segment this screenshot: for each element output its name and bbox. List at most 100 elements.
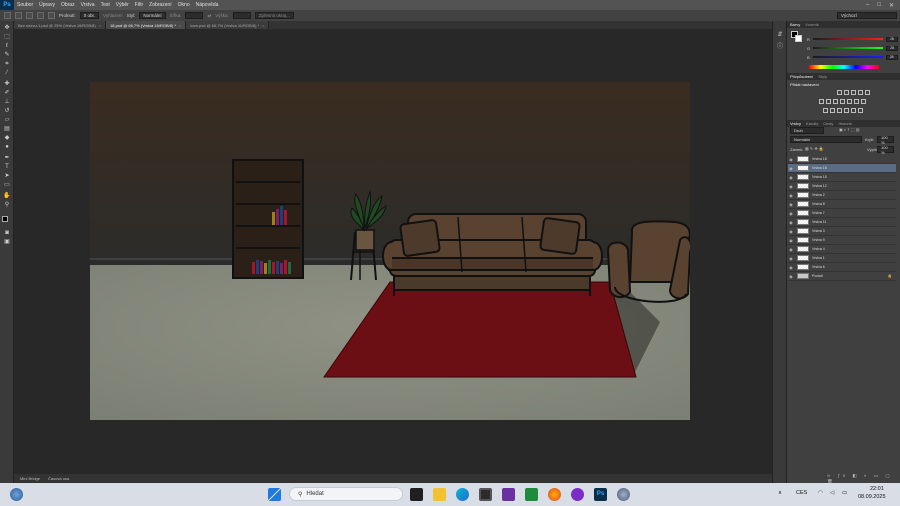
dodge-tool-icon[interactable]: ● [3, 144, 11, 151]
volume-icon[interactable]: ◁ [830, 490, 834, 496]
menu-image[interactable]: Obraz [58, 2, 78, 8]
firefox-icon[interactable] [548, 488, 561, 501]
info-panel-icon[interactable]: ⓘ [776, 41, 784, 50]
menu-edit[interactable]: Úpravy [36, 2, 58, 8]
layer-row[interactable]: ◉ Vrstva 12 [788, 182, 896, 191]
document-tab[interactable]: kam.psd @ 66,7% (Vrstva 11/RGB/8) * × [186, 21, 270, 29]
visibility-eye-icon[interactable]: ◉ [788, 166, 794, 171]
blend-mode-select[interactable]: Normální [790, 136, 862, 143]
red-value[interactable]: 28 [885, 36, 898, 42]
close-tab-icon[interactable]: × [262, 23, 264, 28]
layer-row[interactable]: ◉ Vrstva 9 [788, 236, 896, 245]
shadows-highlights-icon[interactable] [851, 108, 856, 113]
channel-mixer-icon[interactable] [847, 99, 852, 104]
layer-row[interactable]: ◉ Vrstva 2 [788, 191, 896, 200]
layer-row[interactable]: ◉ Pozadí 🔒 [788, 272, 896, 281]
widgets-icon[interactable] [10, 488, 23, 501]
color-spectrum[interactable] [809, 65, 879, 69]
shape-tool-icon[interactable]: ▭ [3, 182, 11, 189]
style-select[interactable]: Normální [139, 12, 166, 19]
selective-color-icon[interactable] [837, 108, 842, 113]
color-lookup-icon[interactable] [854, 99, 859, 104]
task-view-icon[interactable] [410, 488, 423, 501]
quick-select-tool-icon[interactable]: ✎ [3, 52, 11, 59]
move-tool-icon[interactable]: ✥ [3, 25, 11, 32]
tab-color[interactable]: Barvy [790, 22, 800, 27]
settings-icon[interactable] [617, 488, 630, 501]
menu-file[interactable]: Soubor [14, 2, 36, 8]
zoom-tool-icon[interactable]: ⚲ [3, 202, 11, 209]
app-infinity-icon[interactable] [571, 488, 584, 501]
marquee-tool-icon[interactable]: ⬚ [3, 34, 11, 41]
layer-row[interactable]: ◉ Vrstva 8 [788, 200, 896, 209]
layer-row[interactable]: ◉ Vrstva 1 [788, 254, 896, 263]
gradient-tool-icon[interactable]: ▤ [3, 126, 11, 133]
visibility-eye-icon[interactable]: ◉ [788, 184, 794, 189]
red-slider[interactable]: R 28 [807, 36, 898, 42]
crop-tool-icon[interactable]: ⌗ [3, 61, 11, 68]
height-input[interactable] [232, 12, 251, 19]
show-hidden-icons-icon[interactable]: ∧ [778, 490, 782, 496]
lasso-tool-icon[interactable]: ℓ [3, 43, 11, 50]
hue-saturation-icon[interactable] [819, 99, 824, 104]
curves-icon[interactable] [851, 90, 856, 95]
visibility-eye-icon[interactable]: ◉ [788, 211, 794, 216]
refine-edge-button[interactable]: Zpřesnit okraj... [254, 12, 294, 19]
visibility-eye-icon[interactable]: ◉ [788, 157, 794, 162]
gradient-map-icon[interactable] [844, 108, 849, 113]
layer-filter-kind[interactable]: Druh [790, 127, 824, 134]
visibility-eye-icon[interactable]: ◉ [788, 220, 794, 225]
visibility-eye-icon[interactable]: ◉ [788, 175, 794, 180]
tab-paths[interactable]: Cesty [823, 121, 833, 126]
tab-history[interactable]: Historie [838, 121, 852, 126]
visibility-eye-icon[interactable]: ◉ [788, 247, 794, 252]
visibility-eye-icon[interactable]: ◉ [788, 238, 794, 243]
quick-mask-icon[interactable]: ◙ [3, 230, 11, 237]
menu-select[interactable]: Výběr [113, 2, 132, 8]
fill-input[interactable]: 100 % [877, 145, 894, 155]
layer-row[interactable]: ◉ Vrstva 6 [788, 263, 896, 272]
menu-filter[interactable]: Filtr [132, 2, 146, 8]
add-selection-icon[interactable] [26, 12, 33, 19]
black-white-icon[interactable] [833, 99, 838, 104]
visibility-eye-icon[interactable]: ◉ [788, 202, 794, 207]
layer-row-selected[interactable]: ◉ Vrstva 16 [788, 164, 896, 173]
visibility-eye-icon[interactable]: ◉ [788, 193, 794, 198]
menu-window[interactable]: Okno [175, 2, 193, 8]
foreground-color-swatch[interactable] [2, 216, 8, 222]
blue-slider[interactable]: B 28 [807, 54, 898, 60]
exposure-icon[interactable] [858, 90, 863, 95]
document-tab-active[interactable]: 18.psd @ 66,7% (Vrstva 16/RGB/8) * × [106, 21, 187, 29]
tab-styles[interactable]: Styly [818, 74, 827, 79]
visibility-eye-icon[interactable]: ◉ [788, 265, 794, 270]
posterize-icon[interactable] [823, 108, 828, 113]
screen-mode-icon[interactable]: ▣ [3, 239, 11, 246]
visibility-eye-icon[interactable]: ◉ [788, 256, 794, 261]
photo-filter-icon[interactable] [840, 99, 845, 104]
green-track[interactable] [813, 47, 884, 49]
document-tab[interactable]: Bez názvu-1.psd @ 25% (Vrstva 19/RGB/8) × [14, 21, 107, 29]
opacity-input[interactable]: 100 % [877, 135, 894, 145]
menu-view[interactable]: Zobrazení [146, 2, 175, 8]
type-tool-icon[interactable]: T [3, 164, 11, 171]
bg-color-swatch[interactable] [795, 35, 802, 42]
maximize-icon[interactable]: □ [877, 2, 881, 9]
photoshop-taskbar-icon[interactable]: Ps [594, 488, 607, 501]
layer-row[interactable]: ◉ Vrstva 18 [788, 155, 896, 164]
color-balance-icon[interactable] [826, 99, 831, 104]
threshold-icon[interactable] [830, 108, 835, 113]
intersect-selection-icon[interactable] [48, 12, 55, 19]
replace-color-icon[interactable] [858, 108, 863, 113]
brush-tool-icon[interactable]: ✐ [3, 90, 11, 97]
path-select-tool-icon[interactable]: ➤ [3, 173, 11, 180]
menu-help[interactable]: Nápověda [193, 2, 222, 8]
layer-row[interactable]: ◉ Vrstva 3 [788, 227, 896, 236]
clock-date[interactable]: 08.09.2025 [858, 494, 886, 500]
layer-row[interactable]: ◉ Vrstva 11 [788, 218, 896, 227]
layer-row[interactable]: ◉ Vrstva 4 [788, 245, 896, 254]
layer-row[interactable]: ◉ Vrstva 15 [788, 173, 896, 182]
subtract-selection-icon[interactable] [37, 12, 44, 19]
invert-icon[interactable] [861, 99, 866, 104]
close-tab-icon[interactable]: × [179, 23, 181, 28]
layer-row[interactable]: ◉ Vrstva 7 [788, 209, 896, 218]
